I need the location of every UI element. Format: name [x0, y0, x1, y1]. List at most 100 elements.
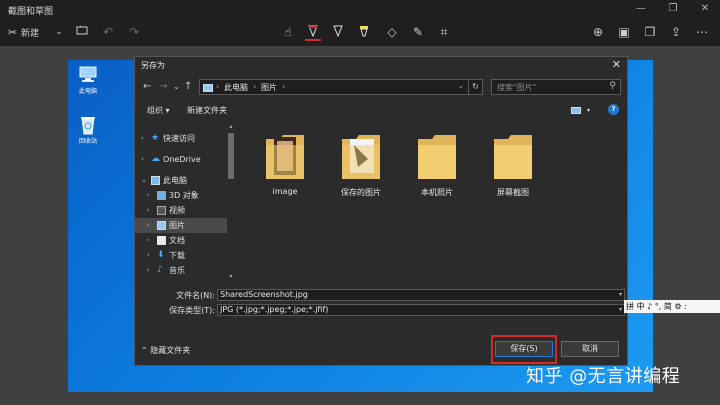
- recent-locations-icon[interactable]: ⌄: [173, 82, 180, 91]
- expand-arrow-icon[interactable]: ›: [147, 263, 150, 278]
- highlighter-icon[interactable]: [356, 23, 372, 41]
- file-list: image 保存的图片 本机照片 屏幕截图: [239, 123, 623, 283]
- dialog-title-bar: 另存为 ✕: [135, 57, 627, 73]
- nav-scrollbar[interactable]: ▴ ▾: [227, 123, 235, 281]
- new-button[interactable]: ✂ 新建: [8, 23, 54, 41]
- command-bar: 组织 ▾ 新建文件夹 ▾ ?: [135, 101, 627, 119]
- nav-item-label: 图片: [169, 221, 185, 230]
- nav-item-downloads[interactable]: › ⬇ 下载: [135, 248, 227, 263]
- watermark: 知乎 @无言讲编程: [526, 366, 681, 387]
- snip-sketch-window: 截图和草图 — ❐ ✕ ✂ 新建 ⌄ ↶ ↷ ☝ ◇ ✎ ⌗ ⊕ ▣ ❐ ⇪ ⋯…: [0, 0, 720, 405]
- expand-arrow-icon[interactable]: ›: [147, 203, 150, 218]
- expand-arrow-icon[interactable]: ›: [147, 218, 150, 233]
- address-dropdown-icon[interactable]: ⌄: [458, 82, 464, 90]
- filetype-select[interactable]: JPG (*.jpg;*.jpeg;*.jpe;*.jfif) ▾: [217, 304, 625, 316]
- share-icon[interactable]: ⇪: [668, 23, 684, 41]
- cancel-button[interactable]: 取消: [561, 341, 619, 357]
- folder-icon: [416, 131, 458, 181]
- folder-label: 保存的图片: [341, 188, 381, 197]
- nav-item-videos[interactable]: › 视频: [135, 203, 227, 218]
- minimize-button[interactable]: —: [628, 2, 654, 16]
- filetype-dropdown-icon[interactable]: ▾: [619, 305, 622, 315]
- expand-arrow-icon[interactable]: ›: [141, 152, 144, 167]
- folder-screenshots[interactable]: 屏幕截图: [483, 131, 543, 198]
- search-input[interactable]: 搜索"图片" ⚲: [491, 79, 621, 95]
- filename-value: SharedScreenshot.jpg: [220, 290, 308, 299]
- pencil-icon[interactable]: [330, 23, 346, 41]
- help-icon[interactable]: ?: [608, 104, 619, 115]
- touch-writing-icon[interactable]: ☝: [280, 23, 296, 41]
- redo-icon[interactable]: ↷: [126, 23, 142, 41]
- back-arrow-icon[interactable]: ←: [143, 81, 151, 92]
- filename-field[interactable]: SharedScreenshot.jpg ▾: [217, 289, 625, 301]
- forward-arrow-icon[interactable]: →: [159, 81, 167, 92]
- collapse-caret-icon: ⌃: [141, 346, 151, 355]
- view-options-icon[interactable]: [571, 107, 581, 114]
- eraser-icon[interactable]: ◇: [384, 23, 400, 41]
- crop-icon[interactable]: ⌗: [436, 23, 452, 41]
- scroll-up-icon[interactable]: ▴: [227, 123, 235, 131]
- new-dropdown-icon[interactable]: ⌄: [52, 23, 66, 41]
- nav-item-label: 视频: [169, 206, 185, 215]
- maximize-button[interactable]: ❐: [660, 2, 686, 16]
- expand-arrow-icon[interactable]: ›: [141, 131, 144, 146]
- nav-item-quick-access[interactable]: › ★ 快速访问: [135, 131, 227, 146]
- folder-saved-pictures[interactable]: 保存的图片: [331, 131, 391, 198]
- copy-icon[interactable]: ❐: [642, 23, 658, 41]
- hide-folders-toggle[interactable]: ⌃ 隐藏文件夹: [141, 345, 190, 356]
- save-form: 文件名(N): SharedScreenshot.jpg ▾ 保存类型(T): …: [135, 287, 627, 319]
- address-bar[interactable]: › 此电脑 › 图片 › ⌄: [199, 79, 469, 95]
- up-arrow-icon[interactable]: ↑: [184, 81, 192, 92]
- nav-item-music[interactable]: › ♪ 音乐: [135, 263, 227, 278]
- new-folder-button[interactable]: 新建文件夹: [187, 105, 227, 116]
- hide-folders-label: 隐藏文件夹: [150, 346, 191, 355]
- filename-dropdown-icon[interactable]: ▾: [619, 290, 622, 300]
- refresh-icon[interactable]: ↻: [469, 79, 483, 95]
- nav-item-this-pc[interactable]: ⌄ 此电脑: [135, 173, 227, 188]
- folder-icon: [264, 131, 306, 181]
- download-icon: ⬇: [157, 250, 165, 260]
- folder-camera-roll[interactable]: 本机照片: [407, 131, 467, 198]
- folder-icon: [492, 131, 534, 181]
- scroll-down-icon[interactable]: ▾: [227, 273, 235, 281]
- expand-arrow-icon[interactable]: ›: [147, 248, 150, 263]
- dialog-title: 另存为: [141, 61, 165, 70]
- collapse-arrow-icon[interactable]: ⌄: [141, 173, 147, 188]
- nav-item-documents[interactable]: › 文档: [135, 233, 227, 248]
- cloud-icon: ☁: [151, 154, 160, 164]
- nav-item-label: 文档: [169, 236, 185, 245]
- save-icon[interactable]: ▣: [616, 23, 632, 41]
- nav-item-3d-objects[interactable]: › 3D 对象: [135, 188, 227, 203]
- undo-icon[interactable]: ↶: [100, 23, 116, 41]
- breadcrumb-item[interactable]: 此电脑: [224, 82, 248, 93]
- ruler-icon[interactable]: ✎: [410, 23, 426, 41]
- address-row: ← → ⌄ ↑ › 此电脑 › 图片 › ⌄ ↻ 搜索"图片" ⚲: [135, 77, 627, 97]
- new-snip-icon: ✂: [8, 26, 18, 39]
- nav-item-pictures[interactable]: › 图片: [135, 218, 227, 233]
- scrollbar-thumb[interactable]: [228, 133, 234, 179]
- folder-image[interactable]: image: [255, 131, 315, 196]
- nav-item-onedrive[interactable]: › ☁ OneDrive: [135, 152, 227, 167]
- expand-arrow-icon[interactable]: ›: [147, 233, 150, 248]
- picture-icon: [157, 221, 166, 230]
- nav-item-label: 音乐: [169, 266, 185, 275]
- open-folder-icon[interactable]: [74, 23, 90, 41]
- organize-button[interactable]: 组织 ▾: [147, 105, 170, 116]
- more-icon[interactable]: ⋯: [694, 23, 710, 41]
- breadcrumb-item[interactable]: 图片: [261, 82, 277, 93]
- picture-icon: [203, 84, 213, 92]
- zoom-icon[interactable]: ⊕: [590, 23, 606, 41]
- filename-label: 文件名(N):: [176, 291, 215, 300]
- ime-toolbar[interactable]: 拼 中 ♪ °, 简 ⚙ :: [624, 300, 720, 313]
- ballpoint-pen-icon[interactable]: [305, 23, 321, 41]
- desktop-icon-label: 此电脑: [78, 88, 97, 95]
- music-icon: ♪: [157, 265, 163, 275]
- computer-icon: [77, 64, 99, 84]
- expand-arrow-icon[interactable]: ›: [147, 188, 150, 203]
- view-dropdown-icon[interactable]: ▾: [587, 107, 590, 114]
- folder-label: 本机照片: [421, 188, 453, 197]
- breadcrumb-separator: ›: [282, 82, 286, 91]
- close-window-button[interactable]: ✕: [692, 2, 718, 16]
- star-icon: ★: [151, 133, 160, 143]
- dialog-close-icon[interactable]: ✕: [612, 58, 621, 71]
